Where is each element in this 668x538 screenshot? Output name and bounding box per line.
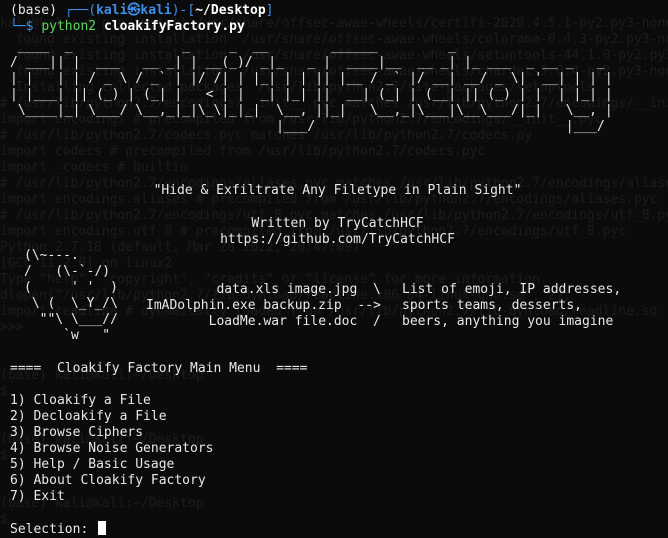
current-path: ~/Desktop [195,3,266,18]
user-host: kali㉿kali [96,3,172,18]
tagline: "Hide & Exfiltrate Any Filetype in Plain… [153,183,522,198]
menu-item-about[interactable]: 6) About Cloakify Factory [10,473,665,489]
shell-prompt-line1: (base) ┌──(kali㉿kali)-[~/Desktop] [10,3,274,18]
files-column: data.xls image.jpg \ ImADolphin.exe back… [146,282,381,329]
conda-env: (base) [10,3,57,18]
written-by: Written by TryCatchHCF [251,216,424,231]
menu-item-browse-ciphers[interactable]: 3) Browse Ciphers [10,425,665,441]
selection-label: Selection: [10,522,89,537]
menu-title: ==== Cloakify Factory Main Menu ==== [10,361,308,376]
menu-item-cloakify[interactable]: 1) Cloakify a File [10,393,665,409]
menu-item-browse-noise[interactable]: 4) Browse Noise Generators [10,441,665,457]
dolphin-ascii-art: (\~---. / (\-`-/) ( ' ' ) \ ( \_Y_/\ ""\… [24,248,118,343]
menu-item-help[interactable]: 5) Help / Basic Usage [10,457,665,473]
cloakify-factory-ascii-banner: ____ _ _ _ __ ______ _ / ___|| | ___ __ … [10,39,613,134]
selection-prompt[interactable]: Selection: [10,521,665,537]
menu-item-exit[interactable]: 7) Exit [10,489,665,505]
menu-item-decloakify[interactable]: 2) Decloakify a File [10,409,665,425]
terminal-window[interactable]: kali@kali:~$ pip install /usr/share/offs… [0,0,668,538]
description-column: List of emoji, IP addresses, sports team… [402,282,622,329]
text-cursor [98,521,107,535]
author-url[interactable]: https://github.com/TryCatchHCF [10,232,665,248]
shell-prompt-line2: └─$ python2 cloakifyFactory.py [10,19,245,34]
command-arg: cloakifyFactory.py [103,19,245,34]
main-menu: ==== Cloakify Factory Main Menu ==== 1) … [10,361,665,505]
command-bin: python2 [41,19,97,34]
